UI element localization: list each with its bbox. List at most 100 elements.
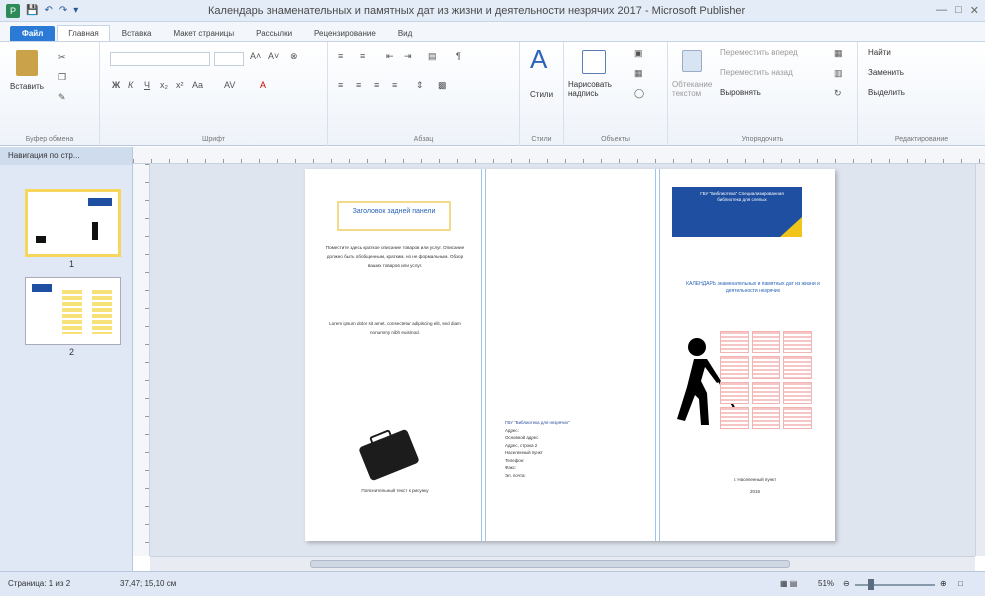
align-left-icon[interactable]: ≡ xyxy=(338,80,343,90)
calendar-month xyxy=(720,406,749,429)
save-icon[interactable]: 💾 xyxy=(26,4,38,18)
send-backward-button[interactable]: Переместить назад xyxy=(720,68,793,77)
shading-icon[interactable]: ▩ xyxy=(438,80,447,91)
horizontal-scrollbar[interactable] xyxy=(150,556,975,571)
align-right-icon[interactable]: ≡ xyxy=(374,80,379,90)
subscript-icon[interactable]: x₂ xyxy=(160,80,168,90)
wrap-text-icon[interactable] xyxy=(682,50,702,72)
minimize-icon[interactable]: — xyxy=(936,4,947,17)
fit-page-icon[interactable]: □ xyxy=(958,579,963,588)
replace-button[interactable]: Заменить xyxy=(868,68,904,77)
document-workspace[interactable]: Заголовок задней панели Поместите здесь … xyxy=(150,164,975,556)
vertical-scrollbar[interactable] xyxy=(975,164,985,556)
shapes-icon[interactable]: ◯ xyxy=(634,88,644,99)
superscript-icon[interactable]: x² xyxy=(176,80,184,90)
tab-insert[interactable]: Вставка xyxy=(112,26,162,41)
cut-icon[interactable]: ✂ xyxy=(58,52,66,63)
tab-view[interactable]: Вид xyxy=(388,26,422,41)
styles-button[interactable]: Стили xyxy=(530,90,553,99)
group-clipboard: Вставить ✂ ❐ ✎ Буфер обмена xyxy=(0,42,100,146)
table-icon[interactable]: ▦ xyxy=(634,68,643,79)
increase-indent-icon[interactable]: ⇥ xyxy=(404,51,412,62)
page-thumbnail-1[interactable] xyxy=(25,189,121,257)
tab-file[interactable]: Файл xyxy=(10,26,56,41)
zoom-in-icon[interactable]: ⊕ xyxy=(940,579,947,588)
italic-icon[interactable]: К xyxy=(128,80,133,90)
align-button[interactable]: Выровнять xyxy=(720,88,761,97)
zoom-level[interactable]: 51% xyxy=(818,579,834,588)
horizontal-ruler[interactable] xyxy=(133,147,985,164)
font-size-select[interactable] xyxy=(214,52,244,66)
view-mode-icon[interactable]: ▦ ▤ xyxy=(780,579,797,588)
line-spacing-icon[interactable]: ⇕ xyxy=(416,80,424,91)
numbering-icon[interactable]: ≡ xyxy=(360,51,365,61)
group-icon[interactable]: ▦ xyxy=(834,48,843,59)
change-case-icon[interactable]: Aa xyxy=(192,80,203,90)
grow-font-icon[interactable]: A˄ xyxy=(250,51,261,61)
character-spacing-icon[interactable]: AV xyxy=(224,80,235,90)
column-guide xyxy=(659,169,660,541)
bold-icon[interactable]: Ж xyxy=(112,80,120,90)
bullets-icon[interactable]: ≡ xyxy=(338,51,343,61)
rotate-icon[interactable]: ↻ xyxy=(834,88,842,99)
back-panel-heading[interactable]: Заголовок задней панели xyxy=(337,201,451,231)
window-title: Календарь знаменательных и памятных дат … xyxy=(208,5,746,17)
textbox-icon[interactable] xyxy=(582,50,606,74)
customize-icon[interactable]: ▾ xyxy=(73,4,78,18)
zoom-slider-knob[interactable] xyxy=(868,579,874,590)
font-name-select[interactable] xyxy=(110,52,210,66)
clear-format-icon[interactable]: ⊗ xyxy=(290,51,298,62)
calendar-grid[interactable] xyxy=(720,331,812,429)
justify-icon[interactable]: ≡ xyxy=(392,80,397,90)
copy-icon[interactable]: ❐ xyxy=(58,72,66,83)
zoom-slider[interactable] xyxy=(855,584,935,586)
select-button[interactable]: Выделить xyxy=(868,88,905,97)
calendar-month xyxy=(720,331,749,354)
tab-home[interactable]: Главная xyxy=(57,25,110,41)
underline-icon[interactable]: Ч xyxy=(144,80,150,90)
paste-icon[interactable] xyxy=(16,50,38,76)
ungroup-icon[interactable]: ▥ xyxy=(834,68,843,79)
brochure-page[interactable]: Заголовок задней панели Поместите здесь … xyxy=(305,169,835,541)
contact-line: Телефон: xyxy=(505,457,525,463)
window-controls: — □ ✕ xyxy=(936,4,979,17)
shrink-font-icon[interactable]: A˅ xyxy=(268,51,279,61)
close-icon[interactable]: ✕ xyxy=(970,4,979,17)
banner-text: ГБУ "Библиотека" Специализированная библ… xyxy=(700,191,784,202)
styles-icon[interactable]: A xyxy=(530,44,547,75)
wrap-text-button[interactable]: Обтекание текстом xyxy=(672,80,716,98)
page-indicator[interactable]: Страница: 1 из 2 xyxy=(8,579,70,588)
draw-textbox-button[interactable]: Нарисовать надпись xyxy=(568,80,628,98)
vertical-ruler[interactable] xyxy=(133,164,150,556)
briefcase-image[interactable] xyxy=(358,428,420,482)
tab-review[interactable]: Рецензирование xyxy=(304,26,386,41)
pilcrow-icon[interactable]: ¶ xyxy=(456,51,461,61)
publication-footer[interactable]: г. Населенный пункт 2016 xyxy=(705,474,805,498)
page-thumbnail-2[interactable] xyxy=(25,277,121,345)
redo-icon[interactable]: ↷ xyxy=(59,4,67,18)
image-caption[interactable]: Пояснительный текст к рисунку xyxy=(345,487,445,495)
publisher-icon[interactable]: P xyxy=(6,4,20,18)
contact-block[interactable]: ГБУ "Библиотека для незрячих" Адрес: Осн… xyxy=(505,419,635,479)
restore-icon[interactable]: □ xyxy=(955,4,962,17)
calendar-title[interactable]: КАЛЕНДАРЬ знаменательных и памятных дат … xyxy=(683,281,823,295)
calendar-month xyxy=(720,356,749,379)
font-color-icon[interactable]: A xyxy=(260,80,266,90)
back-panel-body[interactable]: Поместите здесь краткое описание товаров… xyxy=(325,243,465,270)
decrease-indent-icon[interactable]: ⇤ xyxy=(386,51,394,62)
zoom-out-icon[interactable]: ⊖ xyxy=(843,579,850,588)
scrollbar-thumb[interactable] xyxy=(310,560,790,568)
undo-icon[interactable]: ↶ xyxy=(44,4,52,18)
format-painter-icon[interactable]: ✎ xyxy=(58,92,66,103)
back-panel-body-2[interactable]: Lorem ipsum dolor sit amet, consectetur … xyxy=(325,319,465,337)
picture-icon[interactable]: ▣ xyxy=(634,48,643,59)
tab-mailings[interactable]: Рассылки xyxy=(246,26,302,41)
paste-button[interactable]: Вставить xyxy=(10,82,44,91)
tab-page-layout[interactable]: Макет страницы xyxy=(163,26,244,41)
find-button[interactable]: Найти xyxy=(868,48,891,57)
group-paragraph: ≡ ≡ ⇤ ⇥ ▤ ¶ ≡ ≡ ≡ ≡ ⇕ ▩ Абзац xyxy=(328,42,520,146)
bring-forward-button[interactable]: Переместить вперед xyxy=(720,48,798,57)
align-center-icon[interactable]: ≡ xyxy=(356,80,361,90)
columns-icon[interactable]: ▤ xyxy=(428,51,437,62)
title-banner[interactable]: ГБУ "Библиотека" Специализированная библ… xyxy=(672,187,802,237)
